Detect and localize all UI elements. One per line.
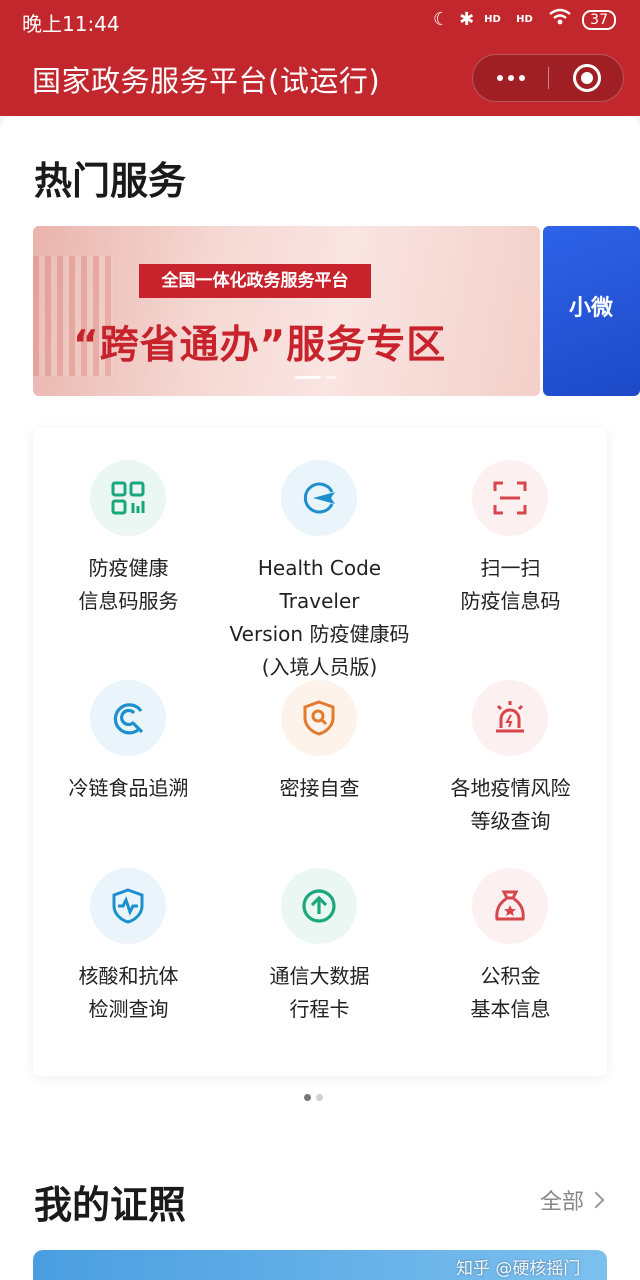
main-content: 热门服务 全国一体化政务服务平台 “跨省通办”服务专区 小微 防疫健康 信息码服… <box>0 116 640 1280</box>
service-grid: 防疫健康 信息码服务 Health Code Traveler Version … <box>33 428 607 1076</box>
close-button[interactable] <box>573 64 601 92</box>
service-label: 公积金 基本信息 <box>470 964 551 1021</box>
app-header: 晚上11:44 ☾ ✱ HD HD 37 国家政务服务平台(试运行) <box>0 0 640 116</box>
banner-next-text: 小微 <box>569 296 614 321</box>
scan-icon <box>472 460 548 536</box>
chevron-right-icon <box>587 1191 605 1209</box>
watermark: 知乎 @硬核摇门 <box>456 1259 581 1279</box>
shield-pulse-icon <box>90 868 166 944</box>
signal-icon-2: HD <box>516 13 533 25</box>
status-icons: ☾ ✱ HD HD 37 <box>433 8 616 31</box>
capsule-divider <box>548 67 549 89</box>
money-bag-icon <box>472 868 548 944</box>
alarm-light-icon <box>472 680 548 756</box>
status-bar: 晚上11:44 ☾ ✱ HD HD 37 <box>0 0 640 40</box>
view-all-label: 全部 <box>540 1190 585 1215</box>
page-title: 国家政务服务平台(试运行) <box>32 64 381 98</box>
banner-cross-province[interactable]: 全国一体化政务服务平台 “跨省通办”服务专区 <box>33 226 540 396</box>
more-button[interactable] <box>473 55 548 101</box>
arrow-up-circle-icon <box>281 868 357 944</box>
service-label: 防疫健康 信息码服务 <box>78 556 179 613</box>
service-label: 密接自查 <box>279 776 360 800</box>
banner-badge: 全国一体化政务服务平台 <box>139 264 371 298</box>
qr-grid-icon <box>90 460 166 536</box>
wifi-icon <box>548 8 572 31</box>
airplane-icon <box>281 460 357 536</box>
certificates-title: 我的证照 <box>34 1183 187 1227</box>
banner-pagination <box>295 376 337 379</box>
shield-search-icon <box>281 680 357 756</box>
service-label: 冷链食品追溯 <box>68 776 189 800</box>
service-label: 扫一扫 防疫信息码 <box>460 556 561 613</box>
status-time: 晚上11:44 <box>22 12 120 36</box>
service-label: 各地疫情风险 等级查询 <box>450 776 571 833</box>
battery-icon: 37 <box>582 9 616 30</box>
bluetooth-icon: ✱ <box>459 9 475 30</box>
service-label: Health Code Traveler Version 防疫健康码 (入境人员… <box>229 556 410 679</box>
moon-icon: ☾ <box>432 9 450 30</box>
hot-services-title: 热门服务 <box>34 159 187 203</box>
grid-pagination <box>304 1094 323 1101</box>
view-all-link[interactable]: 全部 <box>540 1184 605 1216</box>
miniprogram-capsule <box>472 54 624 102</box>
banner-headline: “跨省通办”服务专区 <box>73 323 447 368</box>
banner-next[interactable]: 小微 <box>543 226 640 396</box>
trace-icon <box>90 680 166 756</box>
service-label: 通信大数据 行程卡 <box>269 964 370 1021</box>
service-label: 核酸和抗体 检测查询 <box>78 964 179 1021</box>
signal-icon: HD <box>484 13 501 25</box>
